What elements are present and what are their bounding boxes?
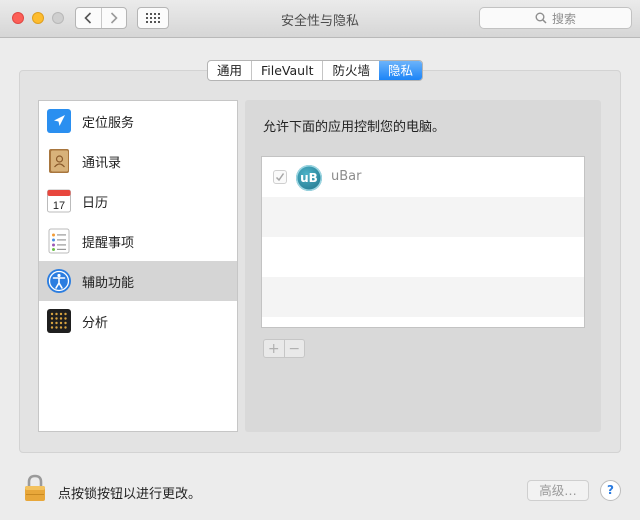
advanced-button[interactable]: 高级… [527, 480, 589, 501]
table-row [262, 237, 584, 277]
remove-app-button[interactable]: − [283, 340, 305, 357]
tab-bar: 通用 FileVault 防火墙 隐私 [207, 60, 424, 81]
sidebar-item-label: 提醒事项 [82, 235, 135, 251]
privacy-category-list: 定位服务 通讯录 17 日历 提醒事项 辅助功能 分析 [38, 100, 238, 432]
tab-firewall[interactable]: 防火墙 [322, 61, 379, 80]
app-icon-text: uB [300, 171, 318, 185]
search-icon [535, 12, 547, 24]
sidebar-item-label: 辅助功能 [82, 275, 135, 291]
sidebar-item-contacts[interactable]: 通讯录 [39, 141, 237, 181]
help-button[interactable]: ? [600, 480, 621, 501]
search-field[interactable]: 搜索 [479, 7, 632, 29]
table-row [262, 197, 584, 237]
sidebar-item-label: 分析 [82, 315, 109, 331]
preferences-window: 安全性与隐私 搜索 通用 FileVault 防火墙 隐私 定位服务 通讯录 1… [0, 0, 640, 520]
reminders-list-icon [46, 228, 72, 254]
lock-hint-text: 点按锁按钮以进行更改。 [58, 487, 202, 502]
add-remove-group: + − [263, 339, 305, 358]
table-row[interactable]: uB uBar [262, 157, 584, 197]
tab-filevault[interactable]: FileVault [251, 61, 322, 80]
contacts-book-icon [46, 148, 72, 174]
app-name: uBar [331, 169, 362, 184]
checkmark-icon [275, 173, 285, 182]
sidebar-item-label: 定位服务 [82, 115, 135, 131]
allow-apps-label: 允许下面的应用控制您的电脑。 [263, 120, 446, 135]
sidebar-item-label: 通讯录 [82, 155, 122, 171]
calendar-icon: 17 [46, 188, 72, 214]
sidebar-item-location-services[interactable]: 定位服务 [39, 101, 237, 141]
title-bar: 安全性与隐私 搜索 [0, 0, 640, 38]
location-arrow-icon [46, 108, 72, 134]
search-placeholder: 搜索 [551, 11, 576, 26]
sidebar-item-calendar[interactable]: 17 日历 [39, 181, 237, 221]
tab-privacy[interactable]: 隐私 [379, 61, 423, 80]
calendar-day-number: 17 [53, 200, 65, 212]
accessibility-icon [46, 268, 72, 294]
lock-icon [25, 474, 45, 501]
tab-general[interactable]: 通用 [208, 61, 251, 80]
sidebar-item-reminders[interactable]: 提醒事项 [39, 221, 237, 261]
app-list: uB uBar [261, 156, 585, 328]
add-app-button[interactable]: + [264, 340, 284, 357]
ubar-app-icon: uB [296, 165, 322, 191]
sidebar-item-analytics[interactable]: 分析 [39, 301, 237, 341]
analytics-grid-icon [46, 308, 72, 334]
lock-button[interactable] [24, 474, 46, 502]
sidebar-item-label: 日历 [82, 195, 109, 211]
app-enable-checkbox[interactable] [273, 170, 287, 184]
table-row [262, 277, 584, 317]
sidebar-item-accessibility[interactable]: 辅助功能 [39, 261, 237, 301]
